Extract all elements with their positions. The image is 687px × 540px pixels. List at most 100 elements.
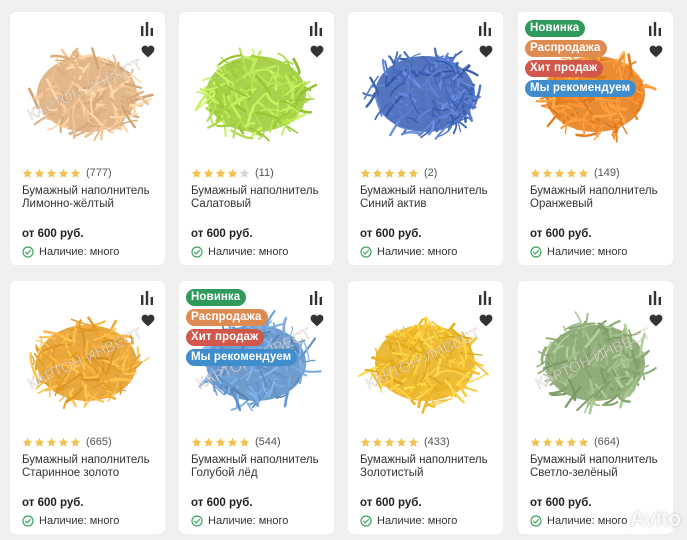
star-icon xyxy=(227,437,238,447)
badge-list: Новинка Распродажа Хит продаж Мы рекомендуе… xyxy=(186,289,298,366)
product-card[interactable]: (11) Бумажный наполнитель Салатовый от 600… xyxy=(179,12,334,265)
review-count[interactable]: (433) xyxy=(424,436,450,448)
rating: (777) xyxy=(22,166,112,180)
availability-text: Наличие: много xyxy=(377,515,458,527)
badge-recommended: Мы рекомендуем xyxy=(525,80,637,97)
product-title[interactable]: Бумажный наполнитель Голубой лёд xyxy=(191,454,331,480)
rating-stars xyxy=(360,168,419,179)
rating-stars xyxy=(22,168,81,179)
check-circle-icon xyxy=(360,515,372,527)
star-icon xyxy=(46,168,57,178)
rating-stars xyxy=(530,168,589,179)
availability: Наличие: много xyxy=(22,515,119,527)
heart-icon[interactable] xyxy=(649,314,663,327)
check-circle-icon xyxy=(360,246,372,258)
compare-bars-icon[interactable] xyxy=(310,22,322,36)
product-card[interactable]: КАРТОН ИНВЕСТ (664) Бумажный наполнитель С… xyxy=(518,281,673,534)
rating-stars xyxy=(360,437,419,448)
rating: (433) xyxy=(360,435,450,449)
star-icon xyxy=(578,168,589,178)
star-icon xyxy=(70,168,81,178)
product-card[interactable]: Новинка Распродажа Хит продаж Мы рекомендуе… xyxy=(518,12,673,265)
star-icon xyxy=(70,437,81,447)
availability: Наличие: много xyxy=(360,246,457,258)
review-count[interactable]: (149) xyxy=(594,167,620,179)
product-price: от 600 руб. xyxy=(22,228,84,240)
availability-text: Наличие: много xyxy=(208,515,289,527)
star-icon xyxy=(372,168,383,178)
heart-icon[interactable] xyxy=(479,45,493,58)
availability: Наличие: много xyxy=(191,246,288,258)
check-circle-icon xyxy=(22,515,34,527)
availability-text: Наличие: много xyxy=(208,246,289,258)
heart-icon[interactable] xyxy=(141,45,155,58)
product-price: от 600 руб. xyxy=(22,497,84,509)
star-icon xyxy=(58,437,69,447)
star-icon xyxy=(554,437,565,447)
product-card[interactable]: КАРТОН ИНВЕСТ (433) Бумажный наполнитель З… xyxy=(348,281,503,534)
star-icon xyxy=(396,168,407,178)
badge-hit: Хит продаж xyxy=(186,329,265,346)
availability-text: Наличие: много xyxy=(547,515,628,527)
heart-icon[interactable] xyxy=(649,45,663,58)
heart-icon[interactable] xyxy=(479,314,493,327)
product-image[interactable] xyxy=(179,22,334,162)
product-image[interactable] xyxy=(348,22,503,162)
compare-bars-icon[interactable] xyxy=(141,291,153,305)
compare-bars-icon[interactable] xyxy=(310,291,322,305)
product-image[interactable]: КАРТОН ИНВЕСТ xyxy=(348,291,503,431)
star-icon xyxy=(360,437,371,447)
badge-hit: Хит продаж xyxy=(525,60,604,77)
product-price: от 600 руб. xyxy=(530,497,592,509)
check-circle-icon xyxy=(530,246,542,258)
review-count[interactable]: (544) xyxy=(255,436,281,448)
star-icon xyxy=(34,168,45,178)
product-title[interactable]: Бумажный наполнитель Старинное золото xyxy=(22,454,162,480)
review-count[interactable]: (665) xyxy=(86,436,112,448)
product-title[interactable]: Бумажный наполнитель Лимонно-жёлтый xyxy=(22,185,162,211)
product-image[interactable]: КАРТОН ИНВЕСТ xyxy=(10,291,165,431)
heart-icon[interactable] xyxy=(310,314,324,327)
product-grid: КАРТОН ИНВЕСТ (777) Бумажный наполнитель Л… xyxy=(0,0,687,540)
compare-bars-icon[interactable] xyxy=(479,291,491,305)
compare-bars-icon[interactable] xyxy=(479,22,491,36)
star-icon xyxy=(530,168,541,178)
compare-bars-icon[interactable] xyxy=(649,291,661,305)
rating: (665) xyxy=(22,435,112,449)
product-title[interactable]: Бумажный наполнитель Светло-зелёный xyxy=(530,454,670,480)
compare-bars-icon[interactable] xyxy=(141,22,153,36)
product-title[interactable]: Бумажный наполнитель Золотистый xyxy=(360,454,500,480)
product-title[interactable]: Бумажный наполнитель Салатовый xyxy=(191,185,331,211)
product-card[interactable]: КАРТОН ИНВЕСТ Новинка Распродажа Хит продаж… xyxy=(179,281,334,534)
star-icon xyxy=(372,437,383,447)
star-icon xyxy=(215,437,226,447)
heart-icon[interactable] xyxy=(310,45,324,58)
star-icon xyxy=(408,437,419,447)
availability-text: Наличие: много xyxy=(39,515,120,527)
product-image[interactable]: КАРТОН ИНВЕСТ xyxy=(10,22,165,162)
star-icon xyxy=(203,168,214,178)
product-image[interactable]: КАРТОН ИНВЕСТ xyxy=(518,291,673,431)
product-card[interactable]: КАРТОН ИНВЕСТ (665) Бумажный наполнитель С… xyxy=(10,281,165,534)
review-count[interactable]: (664) xyxy=(594,436,620,448)
badge-new: Новинка xyxy=(186,289,247,306)
heart-icon[interactable] xyxy=(141,314,155,327)
rating: (544) xyxy=(191,435,281,449)
product-title[interactable]: Бумажный наполнитель Синий актив xyxy=(360,185,500,211)
star-icon xyxy=(191,437,202,447)
product-card[interactable]: (2) Бумажный наполнитель Синий актив от 60… xyxy=(348,12,503,265)
star-icon xyxy=(360,168,371,178)
rating-stars xyxy=(191,168,250,179)
review-count[interactable]: (11) xyxy=(255,167,274,179)
rating-stars xyxy=(191,437,250,448)
review-count[interactable]: (2) xyxy=(424,167,437,179)
rating: (149) xyxy=(530,166,620,180)
product-card[interactable]: КАРТОН ИНВЕСТ (777) Бумажный наполнитель Л… xyxy=(10,12,165,265)
check-circle-icon xyxy=(22,246,34,258)
compare-bars-icon[interactable] xyxy=(649,22,661,36)
product-price: от 600 руб. xyxy=(530,228,592,240)
product-title[interactable]: Бумажный наполнитель Оранжевый xyxy=(530,185,670,211)
star-icon xyxy=(542,437,553,447)
availability: Наличие: много xyxy=(22,246,119,258)
review-count[interactable]: (777) xyxy=(86,167,112,179)
